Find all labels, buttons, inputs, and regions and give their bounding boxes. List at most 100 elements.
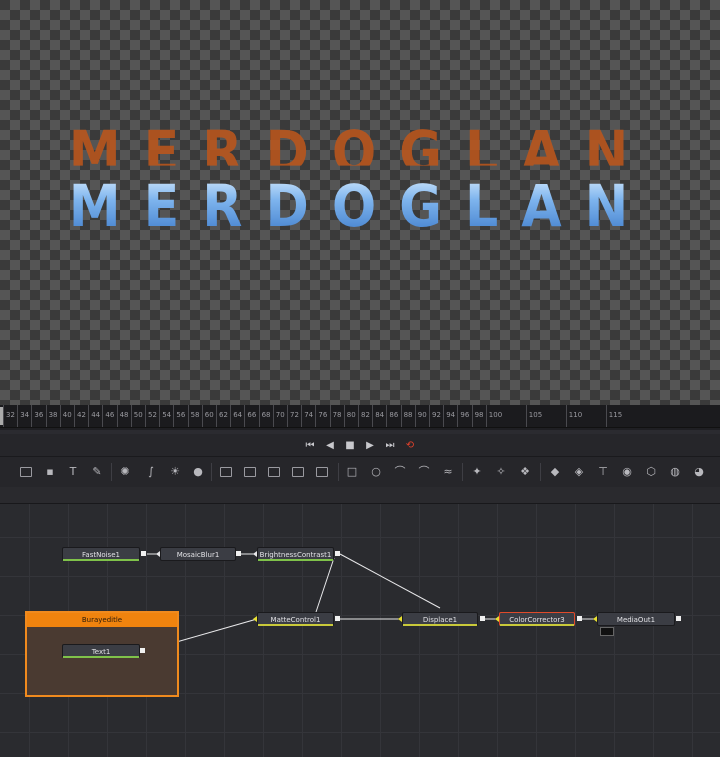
node-label: ColorCorrector3: [509, 616, 565, 624]
ruler-tick: 34: [17, 405, 29, 427]
3d-text-icon[interactable]: ◉: [620, 465, 634, 479]
ruler-tick: 96: [457, 405, 469, 427]
matte-icon[interactable]: [292, 467, 304, 477]
merge-icon[interactable]: [220, 467, 232, 477]
ruler-tick: 60: [201, 405, 214, 427]
node-brightnesscontrast[interactable]: BrightnessContrast1: [257, 547, 334, 561]
media-icon[interactable]: [316, 467, 328, 477]
colorcorrector-output[interactable]: [577, 616, 582, 621]
ruler-tick: 110: [565, 405, 582, 427]
3d-light-icon[interactable]: ◈: [572, 465, 586, 479]
drop-icon[interactable]: ●: [191, 465, 205, 479]
go-to-end-button[interactable]: ⏭: [384, 440, 396, 451]
particle-icon[interactable]: ✺: [118, 465, 132, 479]
3d-render-icon[interactable]: ⊤: [596, 465, 610, 479]
fastnoise-output[interactable]: [141, 551, 146, 556]
node-label: BrightnessContrast1: [259, 551, 332, 559]
ruler-tick: 36: [31, 405, 43, 427]
displace-output[interactable]: [480, 616, 485, 621]
node-displace[interactable]: Displace1: [402, 612, 478, 626]
ruler-tick: 72: [287, 405, 299, 427]
mosaicblur-output[interactable]: [236, 551, 241, 556]
ruler-tick: 84: [372, 405, 384, 427]
time-ruler[interactable]: 32 34 36 38 40 42 44 46 48 50 52 54 56 58 60 62 64 66 68 70…: [0, 405, 720, 428]
play-reverse-button[interactable]: ◀: [324, 440, 336, 451]
node-fastnoise[interactable]: FastNoise1: [62, 547, 140, 561]
3d-sphere-icon[interactable]: ◕: [692, 465, 706, 479]
ruler-tick: 92: [429, 405, 441, 427]
bspline-icon[interactable]: ⌒: [417, 465, 431, 479]
brightness-output[interactable]: [335, 551, 340, 556]
ruler-tick: 48: [116, 405, 129, 427]
node-mattecontrol[interactable]: MatteControl1: [257, 612, 334, 626]
ruler-tick: 78: [329, 405, 342, 427]
ruler-tick: 62: [216, 405, 228, 427]
viewer[interactable]: MERDOGLAN MERDOGLAN: [0, 0, 720, 405]
node-colorcorrector[interactable]: ColorCorrector3: [499, 612, 575, 626]
3d-box-icon[interactable]: ◍: [668, 465, 682, 479]
ruler-tick: 115: [605, 405, 622, 427]
ruler-tick: 38: [45, 405, 58, 427]
ruler-tick: 54: [159, 405, 171, 427]
ruler-tick: 32: [3, 405, 15, 427]
ruler-tick: 86: [386, 405, 398, 427]
ruler-tick: 76: [315, 405, 327, 427]
ruler-tick: 88: [400, 405, 413, 427]
mediaout-output[interactable]: [676, 616, 681, 621]
ruler-tick: 68: [258, 405, 271, 427]
ruler-tick: 90: [414, 405, 427, 427]
ruler-tick: 52: [145, 405, 157, 427]
node-mediaout[interactable]: MediaOut1: [597, 612, 675, 626]
ruler-tick: 44: [88, 405, 100, 427]
node-panel-header: [0, 487, 720, 504]
polygon-icon[interactable]: ⌒: [393, 465, 407, 479]
stop-button[interactable]: ■: [344, 440, 356, 451]
3d-merge-icon[interactable]: ❖: [518, 465, 532, 479]
ruler-tick: 66: [244, 405, 256, 427]
ruler-tick: 100: [485, 405, 502, 427]
3d-camera-icon[interactable]: ◆: [548, 465, 562, 479]
go-to-start-button[interactable]: ⏮: [304, 440, 316, 451]
ruler-tick: 80: [343, 405, 356, 427]
bc-icon[interactable]: ☀: [168, 465, 182, 479]
loop-button[interactable]: ⟲: [404, 440, 416, 451]
group-title[interactable]: Burayeditle: [27, 613, 177, 627]
transport-controls: ⏮ ◀ ■ ▶ ⏭ ⟲: [0, 434, 720, 456]
viewer-title-text: MERDOGLAN: [0, 172, 720, 240]
circle-icon[interactable]: ○: [369, 465, 383, 479]
ruler-tick: 46: [102, 405, 114, 427]
ruler-tick: 105: [525, 405, 542, 427]
channel-icon[interactable]: [244, 467, 256, 477]
node-editor[interactable]: Burayeditle FastNoise1 MosaicBlur1 Brigh…: [0, 504, 720, 757]
tool-bar: ▪ T ✎ ✺ ∫ ☀ ● □ ○ ⌒ ⌒ ≈ ✦ ✧ ❖ ◆ ◈ ⊤ ◉ ⬡ …: [0, 456, 720, 488]
ruler-tick: 50: [130, 405, 143, 427]
background-icon[interactable]: [20, 467, 32, 477]
mattecontrol-output[interactable]: [335, 616, 340, 621]
ruler-tick: 58: [187, 405, 200, 427]
ruler-tick: 56: [173, 405, 185, 427]
node-text[interactable]: Text1: [62, 644, 140, 658]
ruler-tick: 74: [301, 405, 313, 427]
play-forward-button[interactable]: ▶: [364, 440, 376, 451]
ruler-tick: 70: [272, 405, 285, 427]
node-label: MediaOut1: [616, 616, 656, 624]
emitter-icon[interactable]: ≈: [441, 465, 455, 479]
ruler-tick: 42: [74, 405, 86, 427]
node-label: MosaicBlur1: [176, 551, 220, 559]
text-output[interactable]: [140, 648, 145, 653]
node-label: Text1: [91, 648, 111, 656]
time-icon[interactable]: [268, 467, 280, 477]
brush-icon[interactable]: ✎: [90, 465, 104, 479]
3d-image-icon[interactable]: ⬡: [644, 465, 658, 479]
ruler-tick: 40: [59, 405, 72, 427]
node-mosaicblur[interactable]: MosaicBlur1: [160, 547, 236, 561]
render-icon[interactable]: ✦: [470, 465, 484, 479]
rect-icon[interactable]: □: [345, 465, 359, 479]
node-label: FastNoise1: [82, 551, 120, 559]
curve-icon[interactable]: ∫: [144, 465, 158, 479]
paint-icon[interactable]: ▪: [43, 465, 57, 479]
text-icon[interactable]: T: [66, 465, 80, 479]
3d-shape-icon[interactable]: ✧: [494, 465, 508, 479]
ruler-tick: 98: [471, 405, 484, 427]
ruler-tick: 82: [358, 405, 370, 427]
